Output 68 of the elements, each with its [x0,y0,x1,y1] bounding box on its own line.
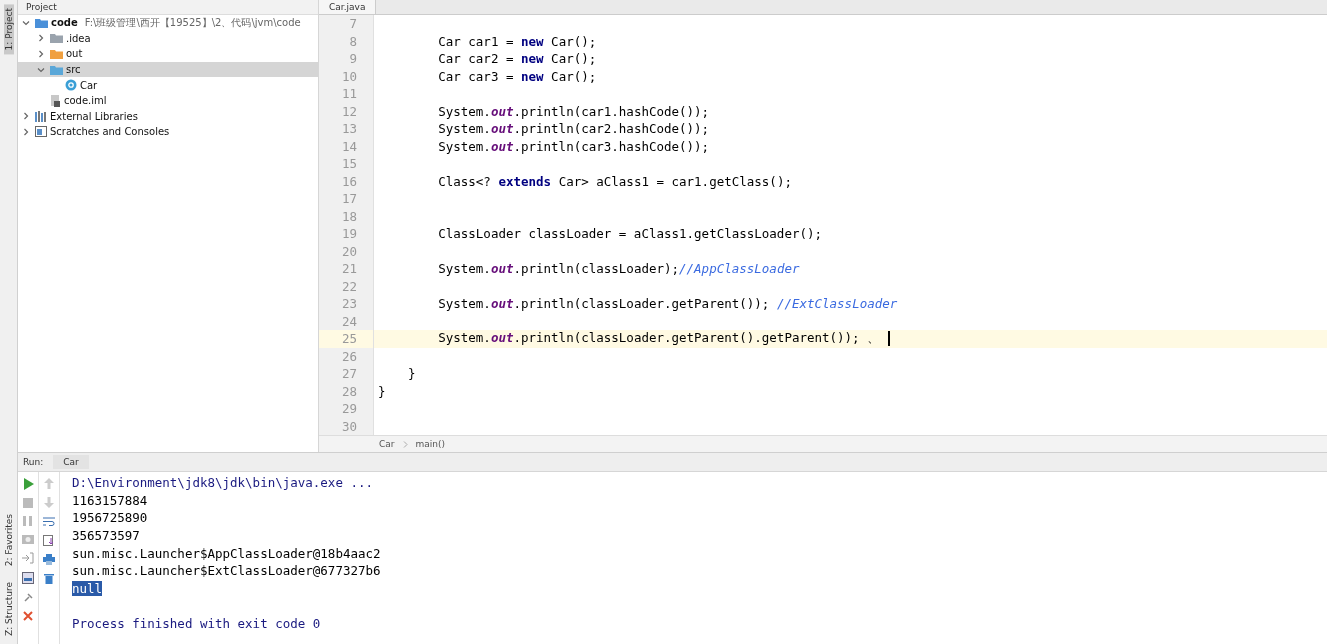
pause-icon[interactable] [23,516,33,526]
file-icon [50,94,61,107]
line-number: 17 [319,190,374,208]
console-line: sun.misc.Launcher$ExtClassLoader@677327b6 [72,563,381,579]
code-line: System.out.println(car2.hashCode()); [437,121,710,137]
line-number: 21 [319,260,374,278]
tree-item[interactable]: code F:\班级管理\西开【19525】\2、代码\jvm\code [18,15,318,31]
close-icon[interactable] [23,611,33,621]
code-line: ClassLoader classLoader = aClass1.getClassLoader(); [437,226,822,242]
code-line: Car car3 = new Car(); [437,68,597,84]
code-line: System.out.println(classLoader);//AppClassLoader [437,261,800,277]
editor-tab[interactable]: Car.java [319,0,377,14]
console-line: sun.misc.Launcher$AppClassLoader@18b4aac2 [72,545,381,561]
console-line: 1163157884 [72,492,148,508]
code-line: Car car2 = new Car(); [437,51,597,67]
layout-icon[interactable] [22,572,34,584]
folder-icon [35,17,48,28]
tree-item[interactable]: Car [18,77,318,93]
console-line: D:\Environment\jdk8\jdk\bin\java.exe ... [72,475,374,491]
folder-icon [50,49,63,59]
class-icon [65,79,77,92]
tree-item[interactable]: src [18,61,318,78]
line-number: 7 [319,15,374,33]
line-number: 19 [319,225,374,243]
line-number: 23 [319,295,374,313]
wrap-icon[interactable] [43,516,55,527]
code-line: Car car1 = new Car(); [437,33,597,49]
print-icon[interactable] [43,554,55,565]
tree-item[interactable]: External Libraries [18,108,318,125]
line-number: 15 [319,155,374,173]
trash-icon[interactable] [44,573,54,584]
console-line: Process finished with exit code 0 [72,616,321,632]
run-label: Run: [23,457,44,467]
camera-icon[interactable] [22,534,34,544]
tree-item[interactable]: Scratches and Consoles [18,124,318,140]
library-icon [35,110,47,122]
run-tab[interactable]: Car [53,455,89,469]
folder-icon [50,33,63,44]
breadcrumb[interactable]: Car [379,439,395,449]
side-tab[interactable]: 1: Project [3,4,14,55]
tree-item[interactable]: code.iml [18,92,318,109]
code-line: System.out.println(classLoader.getParent()); //ExtClassLoader [437,296,898,312]
console-line: 356573597 [72,528,140,544]
run-icon[interactable] [22,478,34,490]
code-line: } [377,383,386,399]
code-line: Class<? extends Car> aClass1 = car1.getClass(); [437,173,792,189]
code-line: } [407,366,416,382]
line-number: 9 [319,50,374,68]
line-number: 13 [319,120,374,138]
folder-icon [50,64,63,75]
login-icon[interactable] [22,552,34,564]
side-tab[interactable]: Z: Structure [3,578,14,640]
line-number: 29 [319,400,374,418]
console-icon [35,126,47,138]
tree-item[interactable]: .idea [18,30,318,47]
pin-icon[interactable] [22,592,34,603]
line-number: 27 [319,365,374,383]
console-line: 1956725890 [72,510,148,526]
scroll-end-icon[interactable] [43,535,55,546]
code-line: System.out.println(classLoader.getParent().getParent()); 、 [437,330,881,348]
code-line: System.out.println(car3.hashCode()); [437,138,710,154]
breadcrumb[interactable]: main() [415,439,445,449]
code-line: System.out.println(car1.hashCode()); [437,103,710,119]
tree-item[interactable]: out [18,46,318,62]
chevron-icon [402,440,408,448]
side-tab[interactable]: 2: Favorites [3,509,14,571]
panel-title[interactable]: Project [26,2,57,12]
line-number: 11 [319,85,374,103]
